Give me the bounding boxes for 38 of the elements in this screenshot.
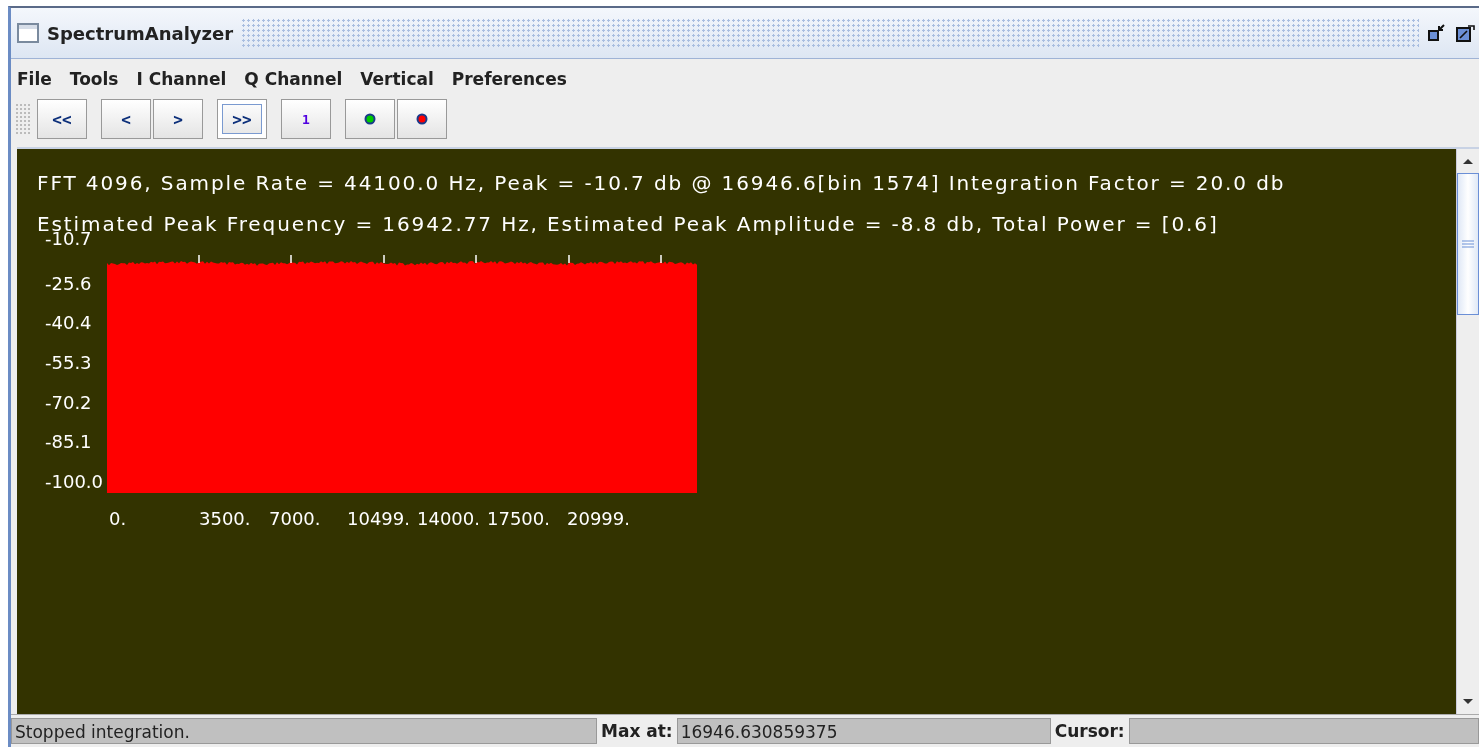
x-axis-label: 7000. (269, 508, 321, 529)
y-axis-label: -40.4 (45, 312, 92, 333)
readout-text: FFT 4096, Sample Rate = 44100.0 Hz, Peak = -10.7 db @ 16946.6[bin 1574] Integration Factor = 20.0 db (37, 171, 1286, 195)
status-message: Stopped integration. (11, 718, 597, 744)
scroll-thumb[interactable] (1457, 173, 1479, 315)
x-axis-label: 0. (109, 508, 127, 529)
x-axis-label: 3500. (199, 508, 251, 529)
dot-button[interactable] (397, 99, 447, 139)
minimize-icon[interactable] (1427, 23, 1447, 43)
dot-button[interactable] (345, 99, 395, 139)
status-label: Cursor: (1054, 721, 1125, 741)
menu-item[interactable]: Tools (69, 69, 119, 89)
y-axis-label: -25.6 (45, 273, 92, 294)
x-axis-label: 20999. (567, 508, 630, 529)
toolbar-button[interactable]: < (101, 99, 151, 139)
y-axis-label: -100.0 (45, 471, 104, 492)
y-axis-label: -85.1 (45, 431, 92, 452)
window-icon (17, 23, 39, 43)
x-axis-label: 17500. (487, 508, 550, 529)
toolbar-button[interactable]: << (37, 99, 87, 139)
x-axis-label: 10499. (347, 508, 410, 529)
menu-item[interactable]: Vertical (360, 69, 434, 89)
toolbar-grip[interactable] (15, 103, 31, 135)
toolbar-button[interactable]: 1 (281, 99, 331, 139)
scrollbar[interactable] (1456, 149, 1479, 714)
menu-item[interactable]: Q Channel (244, 69, 343, 89)
menu-item[interactable]: I Channel (136, 69, 227, 89)
grip-icon (1462, 240, 1474, 248)
menu-item[interactable]: File (17, 69, 52, 89)
x-axis-label: 14000. (417, 508, 480, 529)
toolbar-button[interactable]: > (153, 99, 203, 139)
toolbar-button[interactable]: >> (217, 99, 267, 139)
menu-item[interactable]: Preferences (451, 69, 567, 89)
y-axis-label: -55.3 (45, 352, 92, 373)
status-value: 16946.630859375 (676, 718, 1051, 744)
status-label: Max at: (601, 721, 673, 741)
window-title: SpectrumAnalyzer (47, 22, 234, 44)
y-axis-label: -70.2 (45, 392, 92, 413)
